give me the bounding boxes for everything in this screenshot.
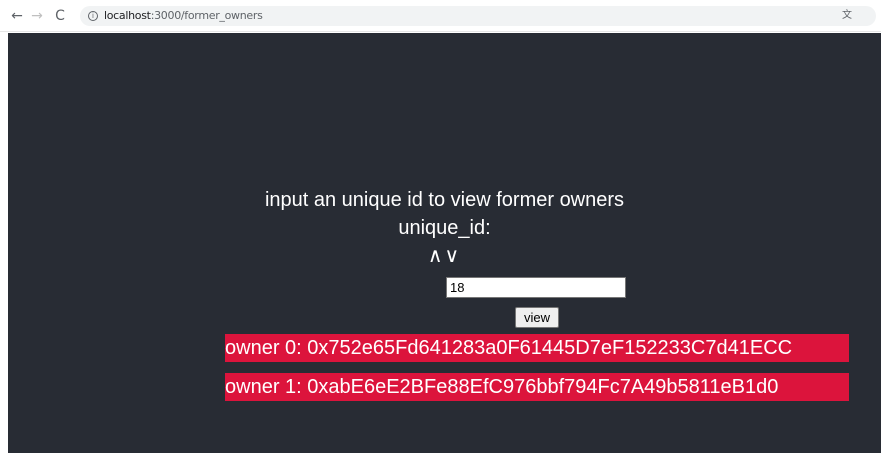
url-text[interactable]: localhost:3000/former_owners — [104, 9, 263, 22]
browser-toolbar: ← → C i localhost:3000/former_owners 文 — [0, 0, 881, 32]
url-path: :3000/former_owners — [150, 9, 263, 22]
address-bar[interactable]: i localhost:3000/former_owners 文 — [80, 6, 876, 26]
unique-id-label: unique_id: — [398, 217, 491, 239]
translate-icon[interactable]: 文 — [840, 9, 854, 23]
unique-id-input[interactable] — [446, 277, 626, 298]
app-viewport: input an unique id to view former owners… — [8, 33, 881, 453]
reload-icon[interactable]: C — [52, 8, 68, 24]
owner-row-1: owner 1: 0xabE6eE2BFe88EfC976bbf794Fc7A4… — [225, 373, 849, 401]
owner-row-0: owner 0: 0x752e65Fd641283a0F61445D7eF152… — [225, 334, 849, 362]
back-arrow-icon[interactable]: ← — [9, 8, 25, 24]
forward-arrow-icon[interactable]: → — [29, 8, 45, 24]
info-icon[interactable]: i — [88, 11, 98, 21]
page-title: input an unique id to view former owners — [264, 189, 625, 211]
url-host: localhost — [104, 9, 151, 22]
sort-arrows-icon[interactable]: ∧∨ — [8, 243, 881, 267]
view-button[interactable]: view — [515, 307, 559, 328]
